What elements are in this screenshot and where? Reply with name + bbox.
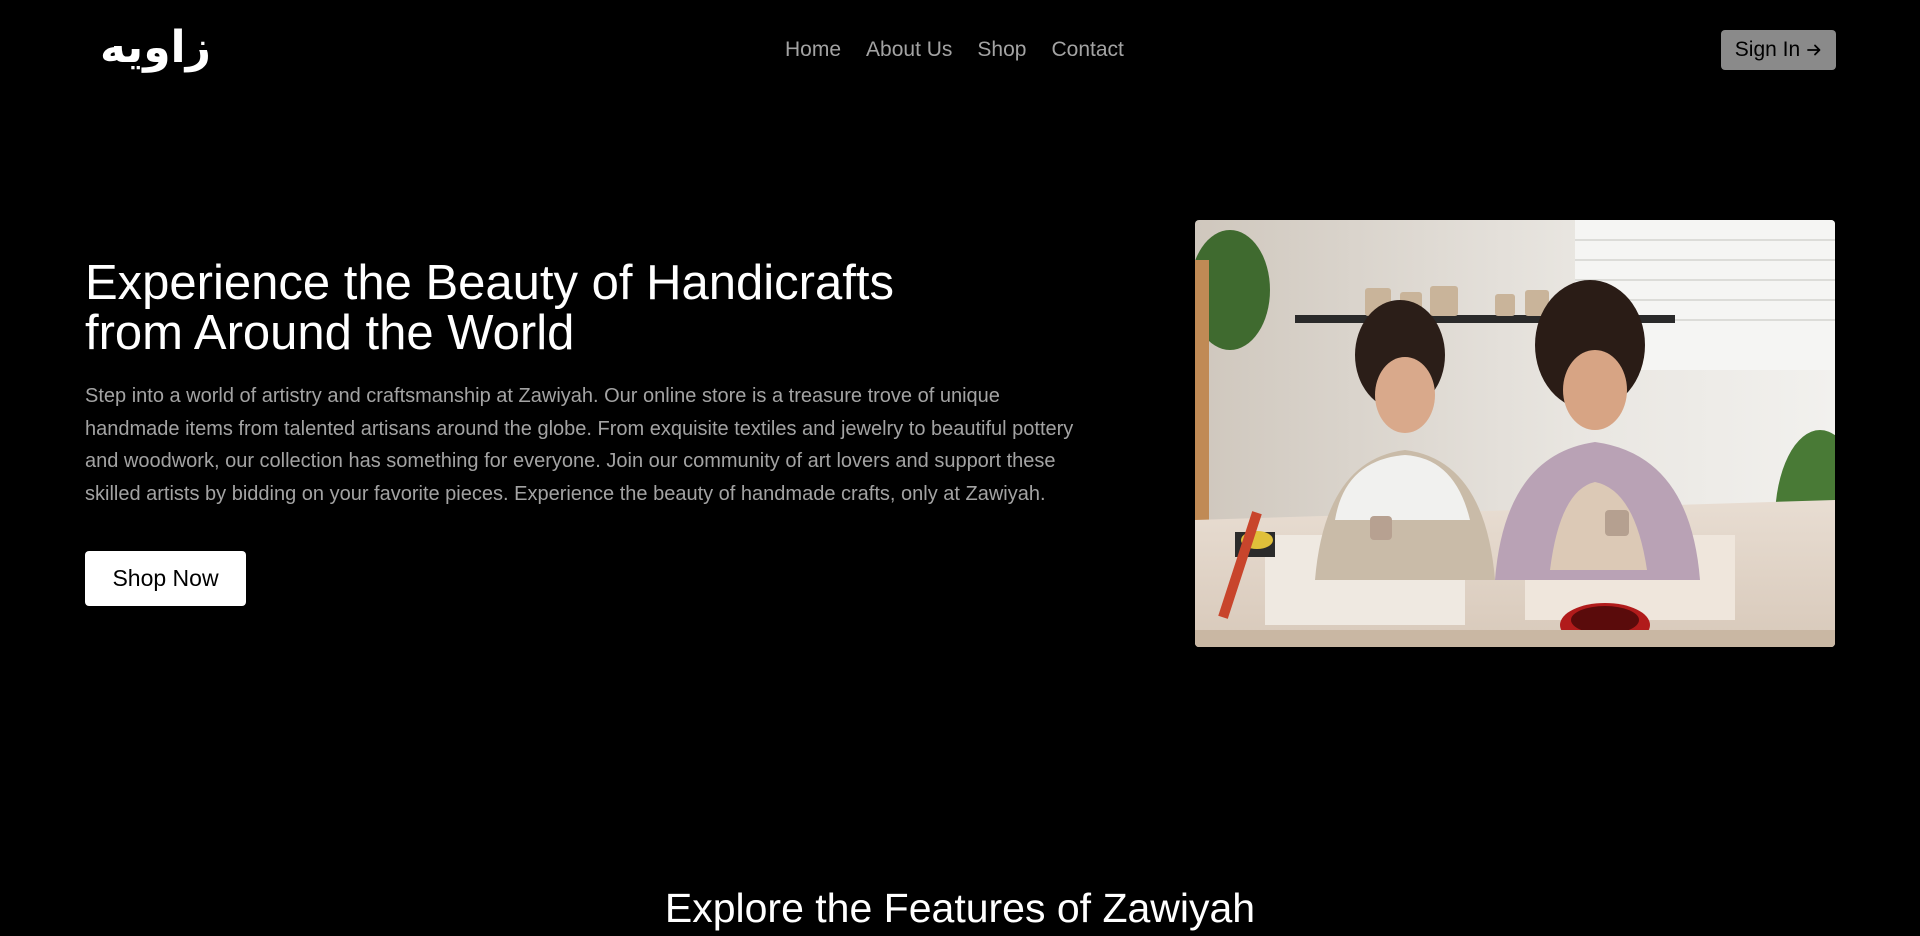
nav-about-us[interactable]: About Us: [866, 36, 952, 64]
nav-home[interactable]: Home: [785, 36, 841, 64]
features-heading: Explore the Features of Zawiyah: [664, 885, 1256, 931]
sign-in-button[interactable]: Sign In: [1721, 30, 1836, 70]
sign-in-label: Sign In: [1734, 38, 1801, 61]
nav-shop[interactable]: Shop: [977, 36, 1026, 64]
arrow-right-icon: [1807, 44, 1821, 56]
shop-now-button[interactable]: Shop Now: [85, 551, 246, 606]
hero-title: Experience the Beauty of Handicrafts fro…: [85, 256, 894, 360]
main-nav: Home About Us Shop Contact: [785, 36, 1124, 64]
nav-contact[interactable]: Contact: [1051, 36, 1123, 64]
logo[interactable]: زاويه: [100, 20, 211, 76]
hero-description: Step into a world of artistry and crafts…: [85, 385, 1074, 505]
hero-image: [1195, 220, 1835, 647]
site-header: زاويه Home About Us Shop Contact Sign In: [0, 0, 1920, 100]
